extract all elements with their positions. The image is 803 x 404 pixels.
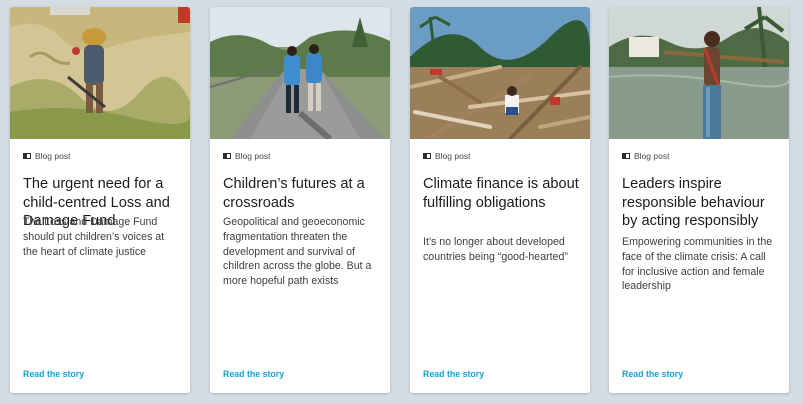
card-photo-children-road [210,7,390,139]
card-description: It’s no longer about developed countries… [423,236,568,263]
blog-post-icon [23,153,31,159]
read-story-link[interactable]: Read the story [423,369,484,379]
card-image[interactable] [210,7,390,139]
read-story-link[interactable]: Read the story [622,369,683,379]
story-card[interactable]: Blog post Climate finance is about fulfi… [410,7,590,393]
read-story-link[interactable]: Read the story [23,369,84,379]
card-image[interactable] [10,7,190,139]
content-type-label: Blog post [634,151,670,161]
card-title[interactable]: Climate finance is about fulfilling obli… [423,175,581,212]
card-description: Empowering communities in the face of th… [622,236,773,293]
card-photo-child-wall [10,7,190,139]
card-photo-storm-debris [410,7,590,139]
read-story-link[interactable]: Read the story [223,369,284,379]
story-card[interactable]: Blog post Leaders inspire responsible be… [609,7,789,393]
blog-post-icon [423,153,431,159]
card-description: The Loss and Damage Fund should put chil… [23,216,165,258]
content-type-label: Blog post [35,151,71,161]
story-card-grid: Blog post The urgent need for a child-ce… [0,0,803,404]
story-card[interactable]: Blog post The urgent need for a child-ce… [10,7,190,393]
card-image[interactable] [609,7,789,139]
content-type-label: Blog post [435,151,471,161]
card-title[interactable]: Leaders inspire responsible behaviour by… [622,175,780,231]
content-type: Blog post [23,151,70,161]
card-photo-man-floodwater [609,7,789,139]
content-type: Blog post [223,151,270,161]
content-type: Blog post [423,151,470,161]
blog-post-icon [622,153,630,159]
content-type-label: Blog post [235,151,271,161]
blog-post-icon [223,153,231,159]
content-type: Blog post [622,151,669,161]
card-title[interactable]: Children’s futures at a crossroads [223,175,381,212]
story-card[interactable]: Blog post Children’s futures at a crossr… [210,7,390,393]
card-image[interactable] [410,7,590,139]
card-description: Geopolitical and geoeconomic fragmentati… [223,216,372,288]
